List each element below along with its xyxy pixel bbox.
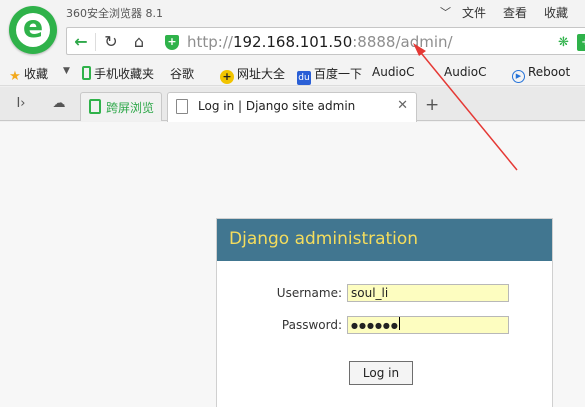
tab-strip: I› ☁ 跨屏浏览 Log in | Django site admin ✕ + — [0, 87, 585, 122]
username-input[interactable] — [347, 284, 509, 302]
navigation-icon: + — [220, 70, 234, 84]
logo-e-glyph: e — [22, 10, 44, 45]
favorites-dropdown-icon[interactable]: ▼ — [63, 66, 70, 76]
speed-mode-icon[interactable]: ❋ — [555, 34, 572, 51]
url-protocol: http:// — [187, 33, 233, 51]
tab-cross-screen[interactable]: 跨屏浏览 — [80, 92, 162, 121]
close-icon[interactable]: ✕ — [397, 98, 408, 113]
chevron-down-icon[interactable]: ﹀ — [440, 4, 451, 20]
url-path: :8888/admin/ — [352, 33, 453, 51]
page-icon — [176, 99, 188, 114]
bookmark-label: AudioC — [372, 65, 415, 79]
login-button[interactable]: Log in — [349, 361, 413, 385]
login-form: Django administration Username: Password… — [216, 218, 553, 407]
menu-file[interactable]: 文件 — [462, 4, 486, 21]
bookmark-label: 网址大全 — [237, 67, 286, 81]
address-row: ← ↻ ⌂ + http://192.168.101.50:8888/admin… — [0, 24, 585, 60]
play-circle-icon: ▶ — [512, 70, 525, 83]
baidu-paw-icon: du — [297, 71, 311, 85]
tab-label: 跨屏浏览 — [106, 101, 155, 115]
sidebar-toggle-icon[interactable]: I› — [12, 95, 30, 113]
title-bar: e 360安全浏览器 8.1 ﹀ 文件 查看 收藏 — [0, 0, 585, 54]
tab-django-login[interactable]: Log in | Django site admin ✕ — [167, 92, 417, 122]
refresh-icon[interactable]: ↻ — [101, 32, 121, 52]
bookmark-label: AudioC — [444, 65, 487, 79]
password-mask: ●●●●●● — [351, 321, 399, 330]
bookmark-item[interactable]: AudioC — [444, 65, 487, 200]
bookmark-label: 手机收藏夹 — [94, 67, 155, 81]
phone-icon — [89, 99, 101, 114]
extension-icon[interactable]: + — [577, 34, 585, 51]
cloud-icon[interactable]: ☁ — [50, 95, 68, 113]
bookmark-item[interactable]: AudioC — [372, 65, 415, 200]
browser-logo-icon[interactable]: e — [9, 6, 57, 54]
star-icon: ★ — [9, 69, 21, 84]
back-arrow-icon[interactable]: ← — [71, 32, 91, 52]
address-bar[interactable]: ← ↻ ⌂ + http://192.168.101.50:8888/admin… — [66, 27, 585, 55]
url-text[interactable]: http://192.168.101.50:8888/admin/ — [187, 32, 453, 52]
bookmark-item[interactable]: 谷歌 — [170, 65, 195, 200]
url-host: 192.168.101.50 — [232, 33, 353, 51]
bookmark-item[interactable]: du 百度一下 — [297, 65, 363, 85]
divider — [95, 33, 96, 51]
bookmark-label: 百度一下 — [314, 67, 363, 81]
shield-icon[interactable]: + — [165, 35, 179, 50]
bookmark-item[interactable]: ▶ Reboot — [512, 65, 571, 83]
bookmark-item[interactable]: 手机收藏夹 — [82, 65, 154, 81]
bookmark-label: Reboot — [528, 65, 571, 79]
phone-icon — [82, 66, 91, 80]
home-icon[interactable]: ⌂ — [129, 32, 149, 52]
site-title: Django administration — [229, 229, 419, 249]
bookmark-label: 谷歌 — [170, 67, 195, 81]
page-content: Django administration Username: Password… — [0, 122, 585, 407]
tab-label: Log in | Django site admin — [198, 99, 356, 113]
bookmarks-bar: ★ 收藏 ▼ 手机收藏夹 谷歌 + 网址大全 du 百度一下 AudioC Audio… — [0, 60, 585, 200]
menu-view[interactable]: 查看 — [503, 4, 527, 21]
login-header: Django administration — [217, 219, 552, 261]
username-label: Username: — [276, 286, 342, 300]
text-caret — [398, 317, 400, 330]
bookmark-item[interactable]: + 网址大全 — [220, 65, 286, 84]
password-input[interactable]: ●●●●●● — [347, 316, 509, 334]
password-label: Password: — [281, 318, 342, 332]
menu-favorites[interactable]: 收藏 — [544, 4, 568, 21]
app-title: 360安全浏览器 8.1 — [66, 7, 163, 20]
bookmark-favorites-label: 收藏 — [24, 67, 49, 81]
new-tab-button[interactable]: + — [425, 97, 439, 114]
bookmark-favorites[interactable]: ★ 收藏 — [9, 65, 49, 84]
